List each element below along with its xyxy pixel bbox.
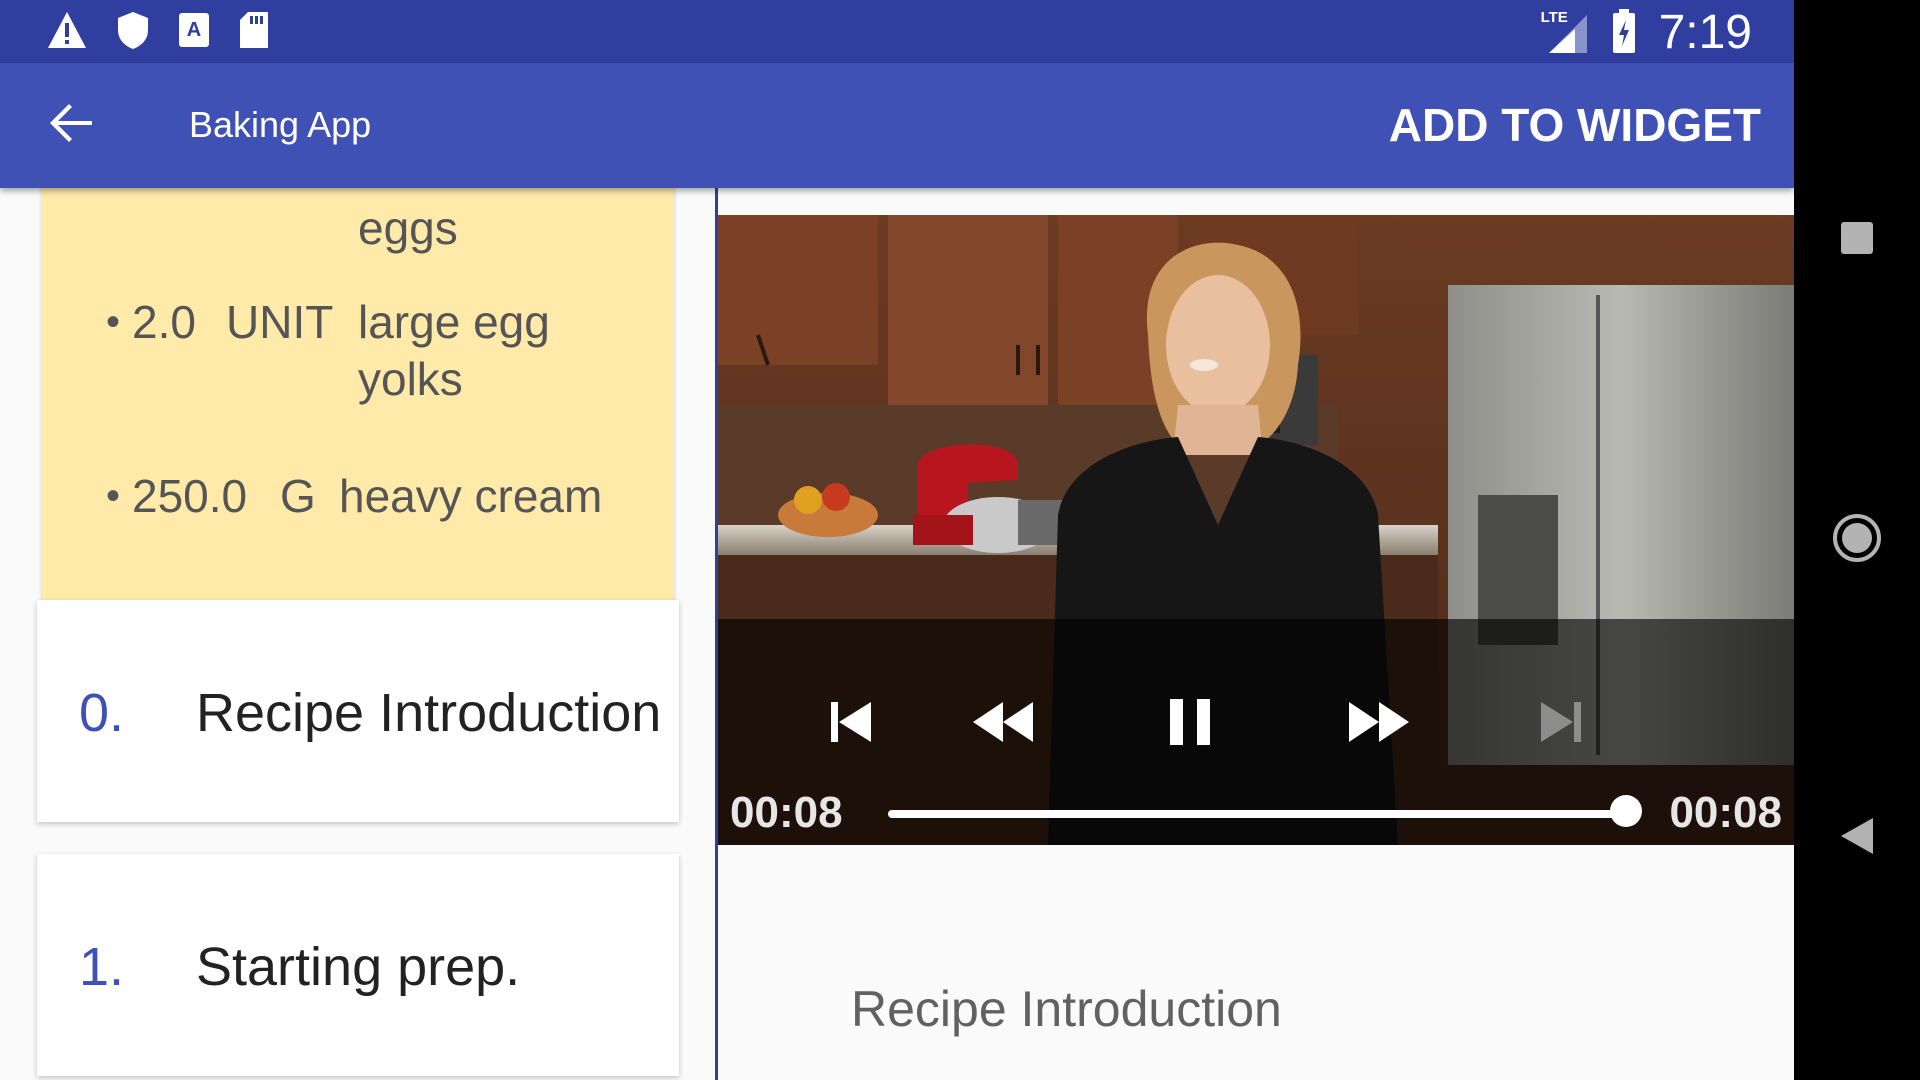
notification-icons: A <box>46 10 270 55</box>
step-description: Recipe Introduction <box>851 981 1282 1037</box>
status-bar: A LTE 7:19 <box>0 0 1794 63</box>
add-to-widget-button[interactable]: ADD TO WIDGET <box>1389 99 1761 151</box>
sd-card-icon <box>238 11 270 54</box>
step-title: Recipe Introduction <box>196 683 662 743</box>
ingredient-quantity: 2.0 <box>132 296 196 348</box>
signal-icon: LTE <box>1540 9 1589 55</box>
ingredient-name-continued: yolks <box>358 353 463 405</box>
duration: 00:08 <box>1669 788 1782 837</box>
player-controls: 00:08 00:08 <box>718 619 1794 845</box>
ingredient-name: large egg <box>358 296 550 348</box>
fast-forward-icon <box>1347 700 1411 749</box>
seek-thumb[interactable] <box>1610 795 1642 827</box>
recents-square-icon <box>1839 220 1875 261</box>
rewind-icon <box>971 700 1035 749</box>
ingredient-name: heavy cream <box>339 470 603 522</box>
font-icon: A <box>178 12 210 53</box>
back-triangle-icon <box>1839 816 1875 861</box>
current-time: 00:08 <box>730 788 843 837</box>
home-circle-icon <box>1832 513 1882 568</box>
pause-icon <box>1168 697 1212 752</box>
back-button[interactable] <box>40 93 104 157</box>
app-title: Baking App <box>189 104 372 145</box>
pause-button[interactable] <box>1155 689 1225 759</box>
warning-icon <box>46 10 88 55</box>
ingredient-quantity: 250.0 <box>132 470 248 522</box>
skip-next-icon <box>1537 700 1585 749</box>
step-number: 0. <box>79 683 125 743</box>
ingredient-unit: UNIT <box>226 296 334 348</box>
rewind-button[interactable] <box>968 689 1038 759</box>
shield-icon <box>116 10 150 55</box>
clock: 7:19 <box>1658 6 1752 59</box>
skip-previous-button[interactable] <box>816 689 886 759</box>
system-status: LTE 7:19 <box>1541 6 1752 60</box>
step-detail-pane: 00:08 00:08 Recipe Introduction <box>718 188 1794 1080</box>
battery-charging-icon <box>1611 8 1637 59</box>
video-player[interactable]: 00:08 00:08 <box>718 215 1794 845</box>
back-nav-button[interactable] <box>1822 803 1892 873</box>
ingredient-bullet: • <box>106 300 121 344</box>
navigation-bar <box>1794 0 1920 1080</box>
seek-bar[interactable] <box>888 810 1626 818</box>
ingredient-unit: G <box>280 470 316 522</box>
ingredient-name: eggs <box>358 202 458 254</box>
app-bar: Baking App ADD TO WIDGET <box>0 63 1794 188</box>
recipe-steps-list[interactable]: eggs • 2.0 UNIT large egg yolks • 250.0 … <box>0 188 715 1080</box>
step-item-0[interactable]: 0. Recipe Introduction <box>37 600 679 822</box>
arrow-back-icon <box>48 99 96 152</box>
skip-previous-icon <box>827 700 875 749</box>
recents-button[interactable] <box>1822 205 1892 275</box>
step-item-1[interactable]: 1. Starting prep. <box>37 854 679 1076</box>
step-number: 1. <box>79 937 125 997</box>
network-type-label: LTE <box>1540 9 1568 26</box>
home-button[interactable] <box>1822 505 1892 575</box>
step-title: Starting prep. <box>196 937 521 997</box>
skip-next-button[interactable] <box>1526 689 1596 759</box>
svg-text:A: A <box>187 19 201 41</box>
ingredient-bullet: • <box>106 474 121 518</box>
fast-forward-button[interactable] <box>1344 689 1414 759</box>
